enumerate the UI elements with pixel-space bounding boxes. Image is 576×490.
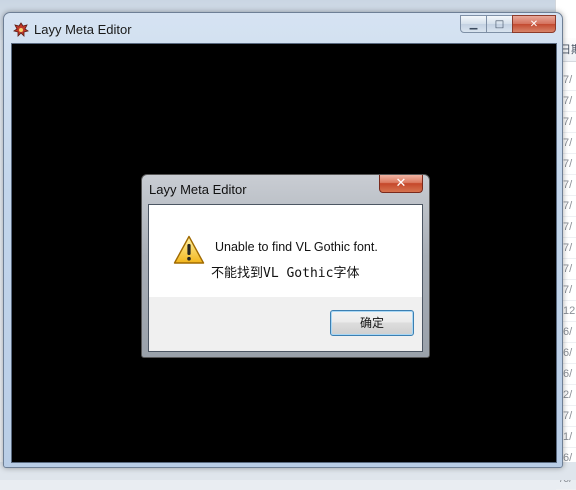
maximize-icon: □ bbox=[494, 18, 505, 30]
window-title: Layy Meta Editor bbox=[34, 22, 132, 37]
message-english: Unable to find VL Gothic font. bbox=[215, 240, 378, 254]
caption-buttons: ▁ □ ✕ bbox=[460, 15, 556, 33]
close-button[interactable]: ✕ bbox=[512, 15, 556, 33]
dialog-body: Unable to find VL Gothic font. 不能找到VL Go… bbox=[148, 204, 423, 352]
app-icon[interactable] bbox=[13, 22, 29, 38]
dialog-title: Layy Meta Editor bbox=[149, 182, 247, 197]
close-icon: ✕ bbox=[395, 176, 407, 191]
close-icon: ✕ bbox=[529, 18, 539, 30]
dialog-message-area: Unable to find VL Gothic font. 不能找到VL Go… bbox=[149, 205, 422, 297]
dialog-close-button[interactable]: ✕ bbox=[379, 175, 423, 193]
minimize-icon: ▁ bbox=[469, 18, 478, 30]
message-chinese: 不能找到VL Gothic字体 bbox=[211, 266, 360, 281]
ok-button[interactable]: 确定 bbox=[330, 310, 414, 336]
error-dialog: Layy Meta Editor ✕ Unable to find VL Got… bbox=[141, 174, 430, 358]
minimize-button[interactable]: ▁ bbox=[460, 15, 487, 33]
maximize-button[interactable]: □ bbox=[486, 15, 513, 33]
warning-icon bbox=[173, 235, 205, 265]
